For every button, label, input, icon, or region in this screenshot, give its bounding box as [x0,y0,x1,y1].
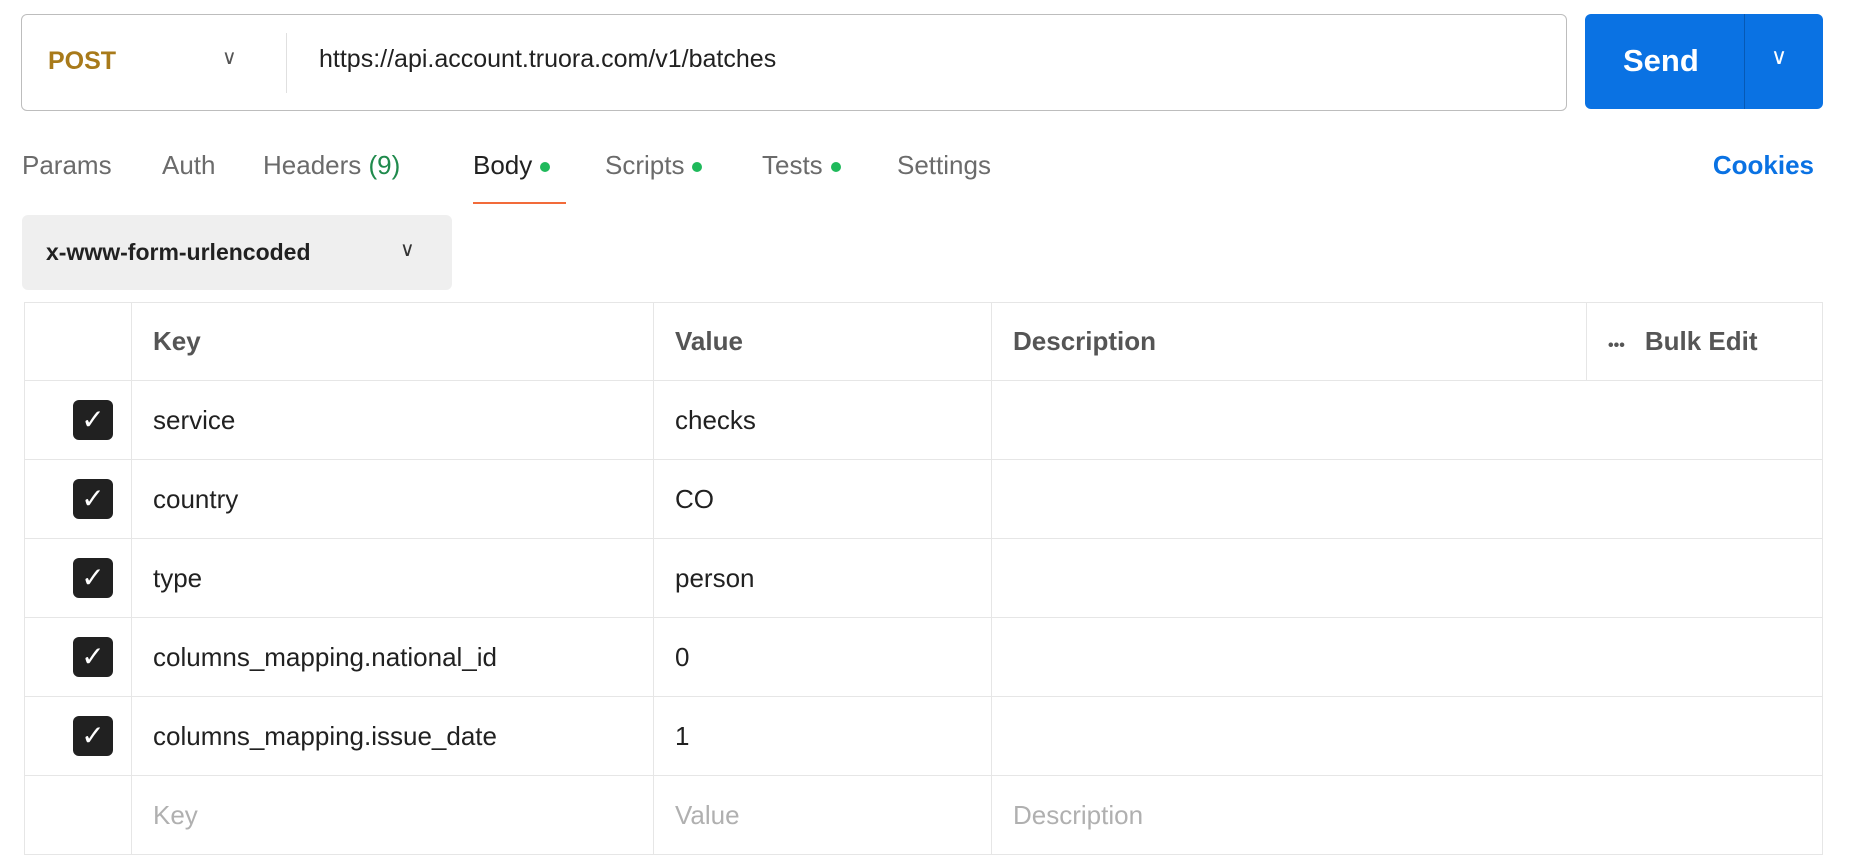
send-button[interactable]: Send ∨ [1585,14,1823,109]
headers-count: (9) [368,150,401,180]
value-input[interactable]: Value [653,775,992,855]
active-tab-indicator [473,202,566,204]
chevron-down-icon: ∨ [400,239,415,261]
more-icon[interactable]: ••• [1608,337,1625,354]
bulk-edit-button[interactable]: Bulk Edit [1645,326,1758,356]
checkbox-column-header [24,302,132,381]
description-cell[interactable] [991,380,1823,460]
tab-auth[interactable]: Auth [162,150,216,181]
checkbox-cell: ✓ [24,617,132,697]
value-cell[interactable]: checks [653,380,992,460]
description-cell[interactable] [991,459,1823,539]
url-input[interactable]: https://api.account.truora.com/v1/batche… [319,45,776,74]
table-row: ✓ type person [24,538,1823,618]
description-input[interactable]: Description [991,775,1823,855]
table-row: ✓ columns_mapping.issue_date 1 [24,696,1823,776]
description-cell[interactable] [991,696,1823,776]
cookies-link[interactable]: Cookies [1713,150,1814,181]
checkbox-checked-icon[interactable]: ✓ [73,400,113,440]
chevron-down-icon[interactable]: ∨ [222,45,237,70]
params-table: Key Value Description ••• Bulk Edit ✓ serv… [24,302,1823,855]
value-cell[interactable]: person [653,538,992,618]
key-cell[interactable]: type [131,538,654,618]
tab-params[interactable]: Params [22,150,112,181]
table-row: ✓ columns_mapping.national_id 0 [24,617,1823,697]
checkbox-cell: ✓ [24,538,132,618]
key-header: Key [131,302,654,381]
divider [1744,14,1745,109]
key-cell[interactable]: country [131,459,654,539]
table-row: ✓ country CO [24,459,1823,539]
description-cell[interactable] [991,617,1823,697]
status-dot-icon [540,162,551,173]
value-cell[interactable]: 1 [653,696,992,776]
checkbox-checked-icon[interactable]: ✓ [73,637,113,677]
body-type-dropdown[interactable]: x-www-form-urlencoded ∨ [22,215,452,290]
url-bar: POST ∨ https://api.account.truora.com/v1… [21,14,1567,111]
tab-label: Tests [762,150,823,180]
tab-tests[interactable]: Tests [762,150,841,181]
chevron-down-icon[interactable]: ∨ [1771,44,1787,70]
checkbox-cell: ✓ [24,459,132,539]
checkbox-cell: ✓ [24,380,132,460]
checkbox-checked-icon[interactable]: ✓ [73,716,113,756]
description-header: Description [991,302,1587,381]
bulk-edit-cell: ••• Bulk Edit [1586,302,1823,381]
status-dot-icon [830,162,841,173]
value-cell[interactable]: CO [653,459,992,539]
table-header: Key Value Description ••• Bulk Edit [24,302,1823,381]
checkbox-cell: ✓ [24,696,132,776]
tab-settings[interactable]: Settings [897,150,991,181]
value-header: Value [653,302,992,381]
new-row: Key Value Description [24,775,1823,855]
send-label[interactable]: Send [1623,43,1699,79]
checkbox-checked-icon[interactable]: ✓ [73,479,113,519]
tab-body[interactable]: Body [473,150,551,181]
table-row: ✓ service checks [24,380,1823,460]
key-input[interactable]: Key [131,775,654,855]
divider [286,33,287,93]
key-cell[interactable]: columns_mapping.issue_date [131,696,654,776]
tab-scripts[interactable]: Scripts [605,150,703,181]
tab-label: Body [473,150,533,180]
value-cell[interactable]: 0 [653,617,992,697]
checkbox-checked-icon[interactable]: ✓ [73,558,113,598]
tab-headers[interactable]: Headers (9) [263,150,400,181]
tab-label: Headers [263,150,362,180]
key-cell[interactable]: columns_mapping.national_id [131,617,654,697]
tab-label: Scripts [605,150,685,180]
description-cell[interactable] [991,538,1823,618]
checkbox-cell [24,775,132,855]
status-dot-icon [692,162,703,173]
key-cell[interactable]: service [131,380,654,460]
method-select[interactable]: POST [48,47,116,76]
body-type-label: x-www-form-urlencoded [46,239,311,265]
